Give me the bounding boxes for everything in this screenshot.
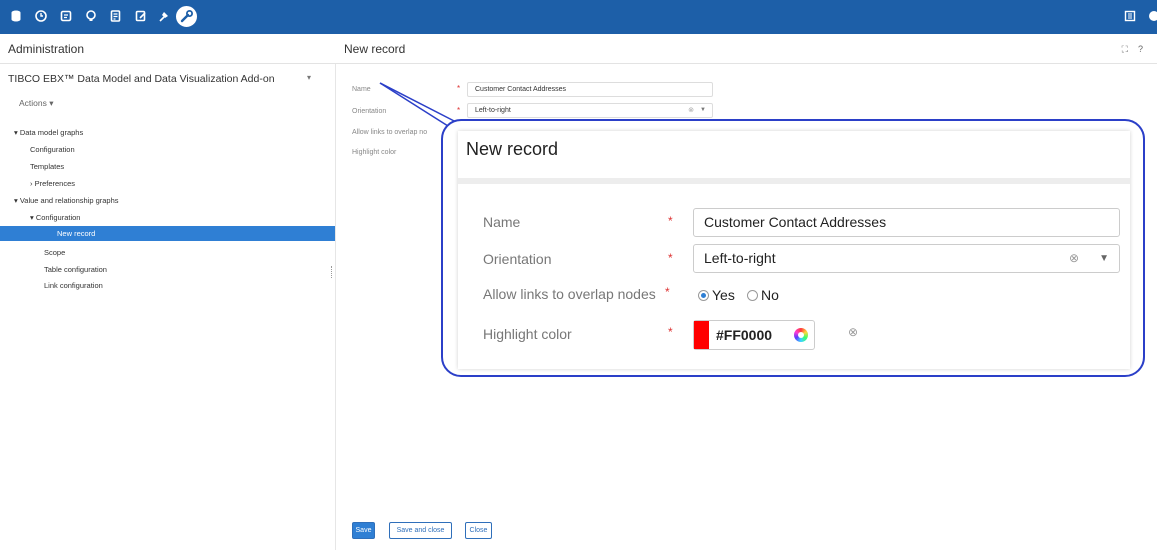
radio-selected-icon[interactable] [698, 290, 709, 301]
zoom-title: New record [466, 139, 559, 159]
chevron-down-icon[interactable]: ▼ [1099, 245, 1109, 272]
zoom-highlight-label: Highlight color [483, 326, 572, 342]
divider [458, 178, 1130, 184]
zoom-form-card: New record Name * Customer Contact Addre… [458, 131, 1130, 369]
clear-icon[interactable]: ⊗ [1069, 245, 1079, 272]
highlight-color-value: #FF0000 [716, 327, 773, 343]
overlap-yes-radio[interactable]: Yes [698, 287, 735, 303]
color-swatch[interactable] [694, 321, 709, 349]
zoom-callout: New record Name * Customer Contact Addre… [441, 119, 1145, 377]
color-wheel-icon[interactable] [794, 328, 808, 342]
required-mark: * [668, 251, 673, 265]
zoom-name-label: Name [483, 214, 521, 230]
zoom-orientation-select[interactable]: Left-to-right ⊗ ▼ [693, 244, 1120, 273]
required-mark: * [668, 214, 673, 228]
clear-icon[interactable]: ⊗ [848, 325, 858, 339]
overlap-yes-label: Yes [712, 287, 735, 303]
overlap-no-label: No [761, 287, 779, 303]
zoom-orientation-value: Left-to-right [704, 250, 776, 266]
radio-unselected-icon[interactable] [747, 290, 758, 301]
zoom-orientation-label: Orientation [483, 251, 552, 267]
required-mark: * [668, 325, 673, 339]
zoom-overlap-label: Allow links to overlap nodes [483, 286, 656, 302]
overlap-no-radio[interactable]: No [747, 287, 779, 303]
highlight-color-field[interactable]: #FF0000 [693, 320, 815, 350]
zoom-name-field[interactable]: Customer Contact Addresses [693, 208, 1120, 237]
zoom-name-value: Customer Contact Addresses [704, 214, 887, 230]
required-mark: * [665, 285, 670, 299]
